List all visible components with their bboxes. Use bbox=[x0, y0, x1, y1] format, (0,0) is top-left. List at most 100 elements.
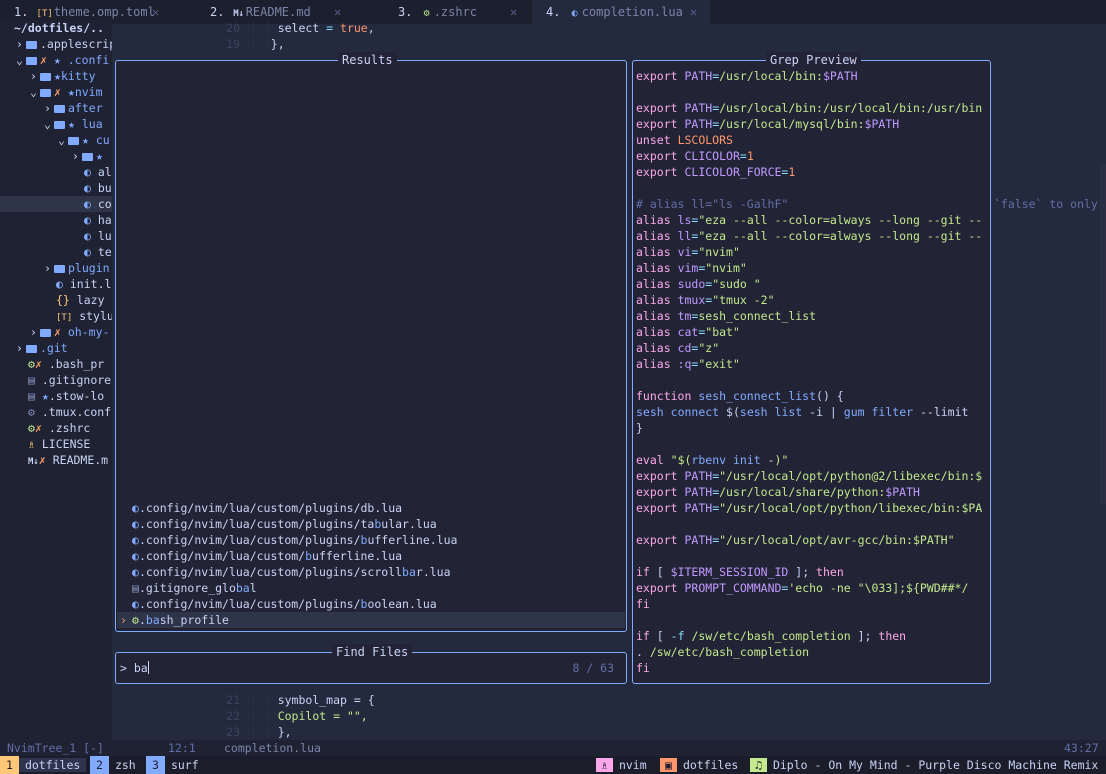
preview-line: export PATH="/usr/local/opt/avr-gcc/bin:… bbox=[636, 533, 955, 547]
preview-line: if [ -f /sw/etc/bash_completion ]; then bbox=[636, 629, 907, 643]
text-cursor bbox=[147, 661, 149, 674]
tree-item[interactable]: ◐ ha bbox=[0, 212, 112, 228]
find-files-panel: Find Files > ba 8 / 63 bbox=[115, 644, 627, 684]
tree-item[interactable]: ◐ bu bbox=[0, 180, 112, 196]
preview-line: alias tm=sesh_connect_list bbox=[636, 309, 817, 323]
folder-icon bbox=[26, 345, 37, 353]
preview-line: alias tmux="tmux -2" bbox=[636, 293, 775, 307]
result-row[interactable]: ◐.config/nvim/lua/custom/plugins/bufferl… bbox=[120, 532, 626, 548]
json-icon: {} bbox=[56, 293, 70, 307]
tree-item[interactable]: [T] stylua bbox=[0, 308, 112, 324]
session-segment: ♗ nvim bbox=[596, 756, 653, 774]
result-row[interactable]: ◐.config/nvim/lua/custom/bufferline.lua bbox=[120, 548, 626, 564]
tree-item[interactable]: › ★kitty bbox=[0, 68, 112, 84]
tab-bar: 1. [T]theme.omp.toml ✕ 2. M↓ README.md ✕ … bbox=[0, 0, 1106, 24]
tree-item[interactable]: ◐ init.l bbox=[0, 276, 112, 292]
tree-item[interactable]: ⚙✗ .bash_pr bbox=[0, 356, 112, 372]
folder-icon bbox=[40, 73, 51, 81]
preview-line: alias cd="z" bbox=[636, 341, 720, 355]
status-line: NvimTree_1 [-] 12:1 completion.lua 43:27 bbox=[0, 740, 1106, 756]
tree-item[interactable]: ◐ lu bbox=[0, 228, 112, 244]
preview-line: unset LSCOLORS bbox=[636, 133, 733, 147]
tree-item[interactable]: ♗ LICENSE bbox=[0, 436, 112, 452]
tree-item[interactable]: ◐ te bbox=[0, 244, 112, 260]
current-file: completion.lua bbox=[224, 741, 321, 755]
gear-icon: ⚙ bbox=[132, 613, 139, 627]
scrollbar[interactable] bbox=[1100, 164, 1106, 504]
tree-item[interactable]: {} lazy bbox=[0, 292, 112, 308]
folder-icon: ▣ bbox=[660, 758, 677, 772]
tmux-window-1[interactable]: 1 dotfiles bbox=[0, 756, 87, 774]
tree-item[interactable]: ⌄ ✗ ★nvim bbox=[0, 84, 112, 100]
result-row[interactable]: ◐.config/nvim/lua/custom/plugins/scrollb… bbox=[120, 564, 626, 580]
tree-item[interactable]: › ✗ oh-my- bbox=[0, 324, 112, 340]
folder-icon bbox=[54, 265, 65, 273]
close-icon[interactable]: ✕ bbox=[152, 0, 159, 24]
tree-item[interactable]: ⚙✗ .zshrc bbox=[0, 420, 112, 436]
folder-icon bbox=[26, 41, 37, 49]
directory-segment: ▣ dotfiles bbox=[660, 756, 744, 774]
lua-icon: ◐ bbox=[84, 229, 91, 243]
tree-item[interactable]: ⚙ .tmux.conf bbox=[0, 404, 112, 420]
preview-line bbox=[636, 612, 988, 628]
tree-item[interactable]: M↓✗ README.m bbox=[0, 452, 112, 468]
tree-item[interactable]: › ★ bbox=[0, 148, 112, 164]
cursor-position: 43:27 bbox=[1064, 741, 1099, 755]
preview-line: } bbox=[636, 421, 643, 435]
tab-zshrc[interactable]: 3. ⚙ .zshrc ✕ bbox=[352, 0, 532, 24]
person-icon: ♗ bbox=[596, 758, 613, 772]
folder-open-icon bbox=[68, 137, 79, 145]
tree-item[interactable]: › plugin bbox=[0, 260, 112, 276]
result-row[interactable]: ◐.config/nvim/lua/custom/plugins/boolean… bbox=[120, 596, 626, 612]
preview-line: alias :q="exit" bbox=[636, 357, 740, 371]
preview-line bbox=[636, 84, 988, 100]
prompt-caret: > bbox=[120, 661, 127, 675]
tmux-status-bar: 1 dotfiles 2 zsh 3 surf ♗ nvim ▣ dotfiles ♫ Di… bbox=[0, 756, 1106, 774]
preview-line: export PATH="/usr/local/opt/python/libex… bbox=[636, 501, 983, 515]
tree-item[interactable]: ›.applescripts bbox=[0, 36, 112, 52]
search-query: ba bbox=[133, 661, 148, 675]
folder-open-icon bbox=[26, 57, 37, 65]
lua-icon: ◐ bbox=[132, 533, 139, 547]
preview-line: export CLICOLOR_FORCE=1 bbox=[636, 165, 796, 179]
tmux-window-2[interactable]: 2 zsh bbox=[90, 756, 142, 774]
result-row-selected[interactable]: › ⚙.bash_profile bbox=[117, 612, 625, 628]
tree-item[interactable]: › .git bbox=[0, 340, 112, 356]
preview-line: eval "$(rbenv init -)" bbox=[636, 453, 789, 467]
tree-item-selected[interactable]: ◐ co bbox=[0, 196, 112, 212]
license-icon: ♗ bbox=[28, 437, 35, 451]
tree-item[interactable]: ◐ al bbox=[0, 164, 112, 180]
lua-icon: ◐ bbox=[132, 549, 139, 563]
preview-line bbox=[636, 436, 988, 452]
tree-item[interactable]: ▤ ★.stow-lo bbox=[0, 388, 112, 404]
gear-icon: ⚙ bbox=[28, 421, 35, 435]
gear-icon: ⚙ bbox=[28, 357, 35, 371]
tree-root: ~/dotfiles/.. bbox=[14, 21, 105, 35]
tree-item[interactable]: ▤ .gitignore bbox=[0, 372, 112, 388]
folder-open-icon bbox=[40, 89, 51, 97]
code-line: 23 ┊ ┊ }, bbox=[226, 725, 292, 739]
preview-line: alias vi="nvim" bbox=[636, 245, 740, 259]
selection-caret: › bbox=[120, 613, 127, 627]
result-row[interactable]: ◐.config/nvim/lua/custom/plugins/tabular… bbox=[120, 516, 626, 532]
preview-line: export PROMPT_COMMAND='echo -ne "\033];$… bbox=[636, 581, 969, 595]
tree-item[interactable]: › after bbox=[0, 100, 112, 116]
tmux-window-3[interactable]: 3 surf bbox=[146, 756, 205, 774]
tab-completion[interactable]: 4. ◐ completion.lua ✕ bbox=[532, 0, 710, 24]
music-note-icon: ♫ bbox=[750, 758, 767, 772]
preview-title: Grep Preview bbox=[766, 52, 861, 68]
preview-line: export CLICOLOR=1 bbox=[636, 149, 754, 163]
file-tree: ~/dotfiles/.. ›.applescripts ⌄✗ ★ .confi… bbox=[0, 20, 112, 740]
search-input[interactable]: > ba 8 / 63 bbox=[120, 660, 614, 676]
file-icon: ▤ bbox=[28, 373, 35, 387]
code-line: 22 ┊ ┊ Copilot = "", bbox=[226, 709, 368, 723]
result-row[interactable]: ◐.config/nvim/lua/custom/plugins/db.lua bbox=[120, 500, 626, 516]
tree-item[interactable]: ⌄ ★ cu bbox=[0, 132, 112, 148]
close-icon[interactable]: ✕ bbox=[510, 0, 517, 24]
result-row[interactable]: ▤.gitignore_global bbox=[120, 580, 626, 596]
lua-icon: ◐ bbox=[132, 597, 139, 611]
tree-item[interactable]: ⌄ ★ lua bbox=[0, 116, 112, 132]
tree-item[interactable]: ⌄ ✗ ★ .confi bbox=[0, 52, 112, 68]
close-icon[interactable]: ✕ bbox=[690, 0, 697, 24]
virtual-text: `false` to only bbox=[994, 197, 1098, 211]
